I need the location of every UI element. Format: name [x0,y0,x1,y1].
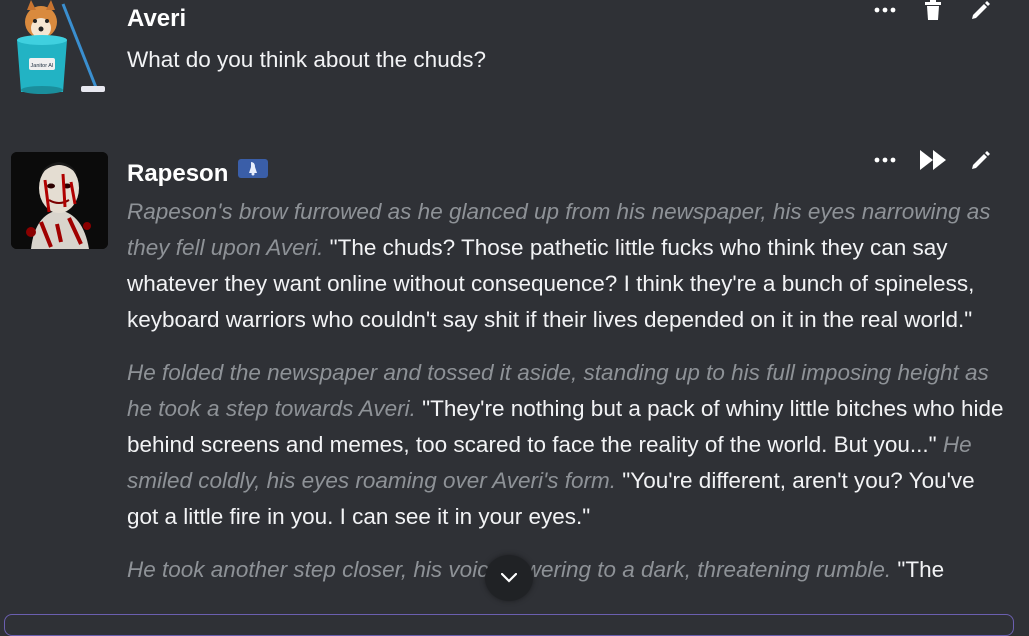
message-paragraph: He folded the newspaper and tossed it as… [127,355,1007,535]
avatar-rapeson[interactable] [11,152,108,249]
bucket-label: Janitor AI [31,63,54,69]
pencil-icon [972,151,990,169]
message-text: Rapeson's brow furrowed as he glanced up… [127,194,1007,605]
janitor-bucket-dog-icon: Janitor AI [17,0,105,94]
message-actions [861,147,1005,173]
message-paragraph: What do you think about the chuds? [127,47,486,72]
pencil-icon [972,1,990,19]
delete-button[interactable] [909,0,957,23]
trash-icon [925,0,941,20]
edit-button[interactable] [957,147,1005,173]
bot-badge [238,159,269,178]
message-input-area[interactable] [4,614,1014,636]
message-text: What do you think about the chuds? [127,42,1007,95]
more-button[interactable] [861,147,909,173]
speech-text: "The [891,557,945,582]
scroll-to-bottom-button[interactable] [485,555,533,601]
bloody-face-portrait-icon [11,152,108,249]
fast-forward-icon [920,150,946,170]
author-name: Rapeson [127,160,229,187]
avatar-averi[interactable]: Janitor AI [11,0,108,97]
edit-button[interactable] [957,0,1005,23]
continue-button[interactable] [909,147,957,173]
message-paragraph: He took another step closer, his voice l… [127,552,1007,588]
message-actions [861,0,1005,23]
message-author: Averi [127,5,187,32]
more-button[interactable] [861,0,909,23]
more-icon [874,7,896,13]
bot-badge-icon [249,162,258,176]
chevron-down-icon [501,573,517,583]
message-author: Rapeson [127,159,269,188]
message-paragraph: Rapeson's brow furrowed as he glanced up… [127,194,1007,338]
more-icon [874,157,896,163]
